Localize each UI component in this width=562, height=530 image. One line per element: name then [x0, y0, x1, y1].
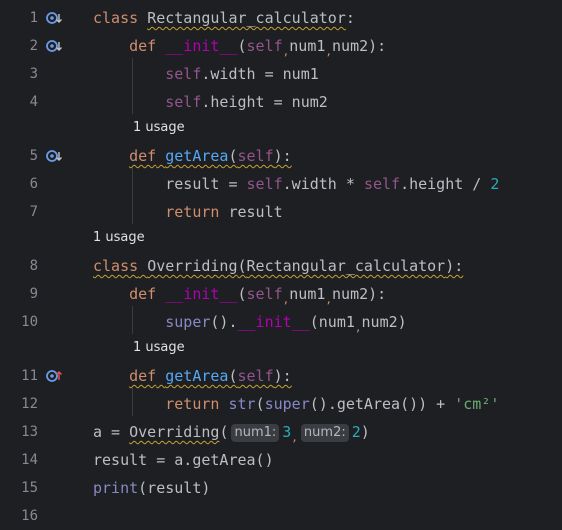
- line-number: 9: [29, 286, 38, 302]
- code-line-4[interactable]: 4 self.height = num2: [0, 88, 562, 116]
- method-name: __init__: [165, 285, 238, 303]
- line-number: 13: [21, 424, 38, 440]
- code-line-15[interactable]: 15 print(result): [0, 474, 562, 502]
- code-editor[interactable]: 1 class Rectangular_calculator: 2 def __…: [0, 0, 562, 524]
- code-line-6[interactable]: 6 result = self.width * self.height / 2: [0, 170, 562, 198]
- line-number: 2: [29, 38, 38, 54]
- method-name: getArea: [165, 147, 229, 165]
- line-number: 3: [29, 66, 38, 82]
- line-number: 4: [29, 94, 38, 110]
- code-line-1[interactable]: 1 class Rectangular_calculator:: [0, 4, 562, 32]
- code-line-10[interactable]: 10 super().__init__(num1,num2): [0, 308, 562, 336]
- line-number: 1: [29, 10, 38, 26]
- line-number: 7: [29, 204, 38, 220]
- code-line-9[interactable]: 9 def __init__(self,num1,num2):: [0, 280, 562, 308]
- line-number: 14: [21, 452, 38, 468]
- parameter-hint: num2:: [300, 424, 349, 442]
- code-line-16[interactable]: 16: [0, 502, 562, 530]
- overridden-down-icon[interactable]: [45, 148, 63, 164]
- line-number: 10: [21, 314, 38, 330]
- code-line-11[interactable]: 11 def getArea(self):: [0, 362, 562, 390]
- code-line-8[interactable]: 8 class Overriding(Rectangular_calculato…: [0, 252, 562, 280]
- code-line-5[interactable]: 5 def getArea(self):: [0, 142, 562, 170]
- usage-hint[interactable]: 1 usage: [133, 335, 185, 361]
- overridden-down-icon[interactable]: [45, 38, 63, 54]
- line-number: 15: [21, 480, 38, 496]
- line-number: 8: [29, 258, 38, 274]
- method-name: getArea: [165, 367, 229, 385]
- class-name: Overriding: [147, 257, 238, 275]
- code-line-14[interactable]: 14 result = a.getArea(): [0, 446, 562, 474]
- code-line-13[interactable]: 13 a = Overriding(num1: 3, num2: 2): [0, 418, 562, 446]
- code-line-3[interactable]: 3 self.width = num1: [0, 60, 562, 88]
- code-line-2[interactable]: 2 def __init__(self,num1,num2):: [0, 32, 562, 60]
- usage-hint[interactable]: 1 usage: [133, 115, 185, 141]
- line-number: 16: [21, 508, 38, 524]
- line-number: 5: [29, 148, 38, 164]
- class-name: Rectangular_calculator: [147, 9, 346, 27]
- keyword-class: class: [93, 9, 139, 27]
- line-number: 11: [21, 368, 38, 384]
- code-line-7[interactable]: 7 return result: [0, 198, 562, 226]
- usage-hint[interactable]: 1 usage: [93, 225, 145, 251]
- overriding-up-icon[interactable]: [45, 368, 63, 384]
- parameter-hint: num1:: [231, 424, 280, 442]
- code-line-12[interactable]: 12 return str(super().getArea()) + 'cm²': [0, 390, 562, 418]
- line-number: 12: [21, 396, 38, 412]
- method-name: __init__: [165, 37, 238, 55]
- line-number: 6: [29, 176, 38, 192]
- overridden-down-icon[interactable]: [45, 10, 63, 26]
